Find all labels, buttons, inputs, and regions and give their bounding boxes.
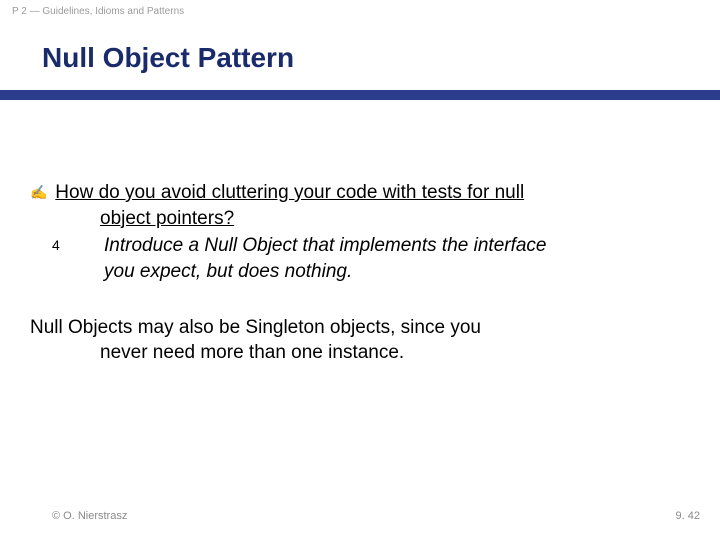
footer-copyright: © O. Nierstrasz <box>52 510 127 522</box>
answer-line2: you expect, but does nothing. <box>104 259 690 285</box>
answer-block: 4Introduce a Null Object that implements… <box>30 233 690 284</box>
paragraph-2: Null Objects may also be Singleton objec… <box>30 315 690 366</box>
header-label: P 2 — Guidelines, Idioms and Patterns <box>12 6 184 17</box>
title-bar <box>0 90 720 100</box>
footer-page-number: 9. 42 <box>676 510 700 522</box>
question-line1: How do you avoid cluttering your code wi… <box>55 182 524 203</box>
hand-write-icon: ✍ <box>30 180 50 204</box>
para2-line1: Null Objects may also be Singleton objec… <box>30 315 690 341</box>
answer-bullet-icon: 4 <box>52 233 104 257</box>
answer-line1: Introduce a Null Object that implements … <box>104 235 547 256</box>
para2-line2: never need more than one instance. <box>100 340 690 366</box>
slide: P 2 — Guidelines, Idioms and Patterns Nu… <box>0 0 720 540</box>
slide-content: ✍ How do you avoid cluttering your code … <box>30 180 690 366</box>
slide-title: Null Object Pattern <box>42 42 294 74</box>
question-block: ✍ How do you avoid cluttering your code … <box>30 180 690 285</box>
question-line2: object pointers? <box>100 206 690 232</box>
